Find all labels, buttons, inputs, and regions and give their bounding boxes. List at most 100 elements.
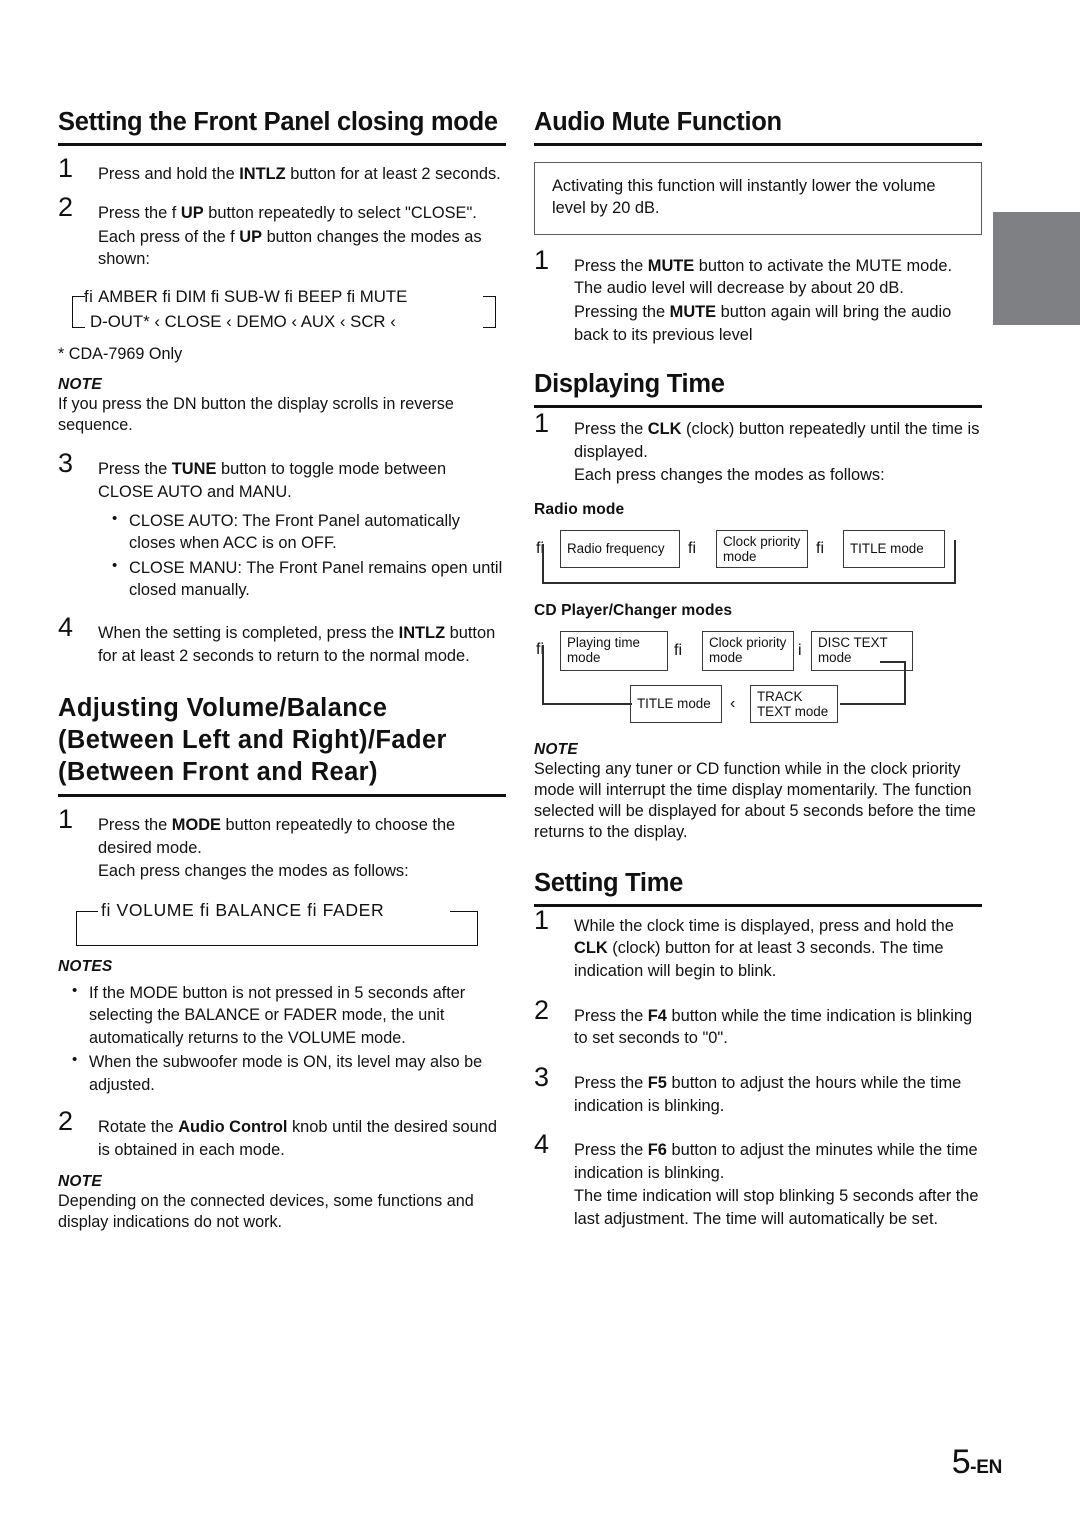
step-text: Each press changes the modes as follows: bbox=[574, 466, 885, 485]
list-item: CLOSE MANU: The Front Panel remains open… bbox=[112, 556, 506, 602]
diagram-radio-mode: fi Radio frequency fi Clock priority mod… bbox=[534, 526, 982, 588]
page-lang-suffix: -EN bbox=[970, 1457, 1002, 1478]
step-number: 2 bbox=[58, 1105, 74, 1136]
step-text: Rotate the Audio Control knob until the … bbox=[98, 1117, 498, 1159]
loop-row-reverse: D-OUT* ‹ CLOSE ‹ DEMO ‹ AUX ‹ SCR ‹ bbox=[90, 312, 396, 332]
mode-box-title: TITLE mode bbox=[630, 684, 722, 723]
loop-bracket-right bbox=[483, 296, 496, 329]
page-number: 5 bbox=[951, 1443, 971, 1481]
step-number: 1 bbox=[534, 244, 550, 275]
step-text: Press the f UP button repeatedly to sele… bbox=[98, 204, 477, 223]
note-body: If you press the DN button the display s… bbox=[58, 395, 454, 435]
step-text: Press the F6 button to adjust the minute… bbox=[574, 1141, 978, 1182]
loop-line-bottom-right bbox=[840, 702, 906, 705]
loop-line-top-right bbox=[880, 660, 906, 663]
right-column: Audio Mute Function Activating this func… bbox=[534, 108, 982, 1231]
loop-line-right bbox=[954, 539, 956, 584]
note-heading: NOTE bbox=[534, 740, 578, 758]
loop-row-reverse-text: D-OUT* ‹ CLOSE ‹ DEMO ‹ AUX ‹ SCR ‹ bbox=[90, 312, 396, 332]
loop-line-left bbox=[542, 543, 544, 584]
step-text: Press the TUNE button to toggle mode bet… bbox=[98, 460, 447, 501]
diagram-volume-balance-fader-loop: fi VOLUME fi BALANCE fi FADER bbox=[58, 900, 506, 947]
step-text: When the setting is completed, press the… bbox=[98, 624, 496, 665]
step-3-f5: 3 Press the F5 button to adjust the hour… bbox=[534, 1063, 982, 1117]
step-2-select-close: 2 Press the f UP button repeatedly to se… bbox=[58, 194, 506, 271]
loop-line-right bbox=[904, 660, 906, 705]
footnote-cda7969: * CDA-7969 Only bbox=[58, 345, 183, 364]
mode-box-clock-priority: Clock priority mode bbox=[716, 529, 808, 568]
diagram-display-mode-loop: fi AMBER fi DIM fi SUB-W fi BEEP fi MUTE… bbox=[58, 287, 506, 343]
heading-line: (Between Left and Right)/Fader bbox=[58, 725, 447, 754]
step-number: 1 bbox=[58, 152, 74, 183]
heading-audio-mute: Audio Mute Function bbox=[534, 108, 982, 146]
note-heading: NOTE bbox=[58, 376, 102, 394]
step-number: 1 bbox=[58, 804, 74, 835]
mode-box-track-text: TRACK TEXT mode bbox=[750, 684, 838, 723]
arrow-glyph: fi bbox=[816, 539, 824, 557]
audio-mute-info-box: Activating this function will instantly … bbox=[534, 161, 982, 235]
step-number: 1 bbox=[534, 904, 550, 935]
step-1-clk: 1 Press the CLK (clock) button repeatedl… bbox=[534, 409, 982, 487]
manual-page: Setting the Front Panel closing mode 1 P… bbox=[0, 0, 1080, 1526]
list-item: When the subwoofer mode is ON, its level… bbox=[72, 1050, 506, 1096]
loop-label: fi VOLUME fi BALANCE fi FADER bbox=[98, 900, 388, 922]
notes-heading: NOTES bbox=[58, 958, 113, 976]
loop-cap-right bbox=[450, 911, 478, 913]
page-edge-tab bbox=[993, 212, 1080, 325]
step-text: While the clock time is displayed, press… bbox=[574, 916, 954, 980]
heading-adjusting-volume: Adjusting Volume/Balance (Between Left a… bbox=[58, 693, 506, 798]
step-number: 4 bbox=[534, 1129, 550, 1160]
arrow-glyph: i bbox=[798, 641, 802, 659]
step-text: Press the F5 button to adjust the hours … bbox=[574, 1073, 962, 1115]
note-body: Selecting any tuner or CD function while… bbox=[534, 759, 976, 842]
step-1-intlz: 1 Press and hold the INTLZ button for at… bbox=[58, 154, 506, 186]
loop-line-left bbox=[542, 644, 544, 705]
step-4-f6: 4 Press the F6 button to adjust the minu… bbox=[534, 1131, 982, 1231]
step-text: Press the MUTE button to activate the MU… bbox=[574, 256, 953, 298]
subhead-cd-modes: CD Player/Changer modes bbox=[534, 601, 733, 619]
loop-row-forward: fi AMBER fi DIM fi SUB-W fi BEEP fi MUTE bbox=[84, 287, 407, 307]
loop-line-bottom bbox=[542, 581, 956, 584]
step-number: 1 bbox=[534, 407, 550, 438]
step-number: 4 bbox=[58, 612, 74, 643]
step-2-audio-control: 2 Rotate the Audio Control knob until th… bbox=[58, 1107, 506, 1161]
step-4-complete: 4 When the setting is completed, press t… bbox=[58, 614, 506, 667]
page-footer: 5-EN bbox=[0, 1443, 1003, 1482]
step-number: 3 bbox=[534, 1061, 550, 1092]
note-body: Depending on the connected devices, some… bbox=[58, 1192, 474, 1232]
heading-line: (Between Front and Rear) bbox=[58, 757, 378, 786]
list-item: If the MODE button is not pressed in 5 s… bbox=[72, 981, 506, 1049]
step-text: Press the MODE button repeatedly to choo… bbox=[98, 816, 456, 857]
notes-list: If the MODE button is not pressed in 5 s… bbox=[58, 981, 506, 1096]
loop-line-bottom-left bbox=[542, 702, 632, 705]
step-text: The time indication will stop blinking 5… bbox=[574, 1187, 979, 1229]
diagram-cd-modes: fi Playing time mode fi Clock priority m… bbox=[534, 627, 982, 727]
arrow-glyph: fi bbox=[674, 641, 682, 659]
step-text: Each press of the f UP button changes th… bbox=[98, 227, 482, 269]
step-text: Pressing the MUTE button again will brin… bbox=[574, 303, 952, 344]
note-heading: NOTE bbox=[58, 1173, 102, 1191]
step-3-bullets: CLOSE AUTO: The Front Panel automaticall… bbox=[98, 509, 506, 603]
step-1-mute: 1 Press the MUTE button to activate the … bbox=[534, 246, 982, 347]
heading-displaying-time: Displaying Time bbox=[534, 370, 982, 408]
mode-box-radio-frequency: Radio frequency bbox=[560, 529, 680, 568]
arrow-glyph: fi bbox=[84, 287, 94, 307]
step-1-hold-clk: 1 While the clock time is displayed, pre… bbox=[534, 906, 982, 983]
loop-cap-left bbox=[76, 911, 98, 913]
mode-box-disc-text: DISC TEXT mode bbox=[811, 630, 913, 671]
step-text: Press the CLK (clock) button repeatedly … bbox=[574, 419, 980, 461]
arrow-glyph: ‹ bbox=[730, 694, 736, 712]
step-3-tune: 3 Press the TUNE button to toggle mode b… bbox=[58, 450, 506, 603]
step-number: 2 bbox=[534, 994, 550, 1025]
step-text: Press and hold the INTLZ button for at l… bbox=[98, 164, 501, 183]
heading-setting-time: Setting Time bbox=[534, 869, 982, 907]
heading-front-panel-closing: Setting the Front Panel closing mode bbox=[58, 108, 506, 146]
left-column: Setting the Front Panel closing mode 1 P… bbox=[58, 108, 506, 1233]
step-2-f4: 2 Press the F4 button while the time ind… bbox=[534, 996, 982, 1050]
subhead-radio-mode: Radio mode bbox=[534, 500, 625, 518]
mode-box-playing-time: Playing time mode bbox=[560, 630, 668, 671]
step-text: Press the F4 button while the time indic… bbox=[574, 1006, 973, 1048]
mode-box-title: TITLE mode bbox=[843, 529, 945, 568]
step-text: Each press changes the modes as follows: bbox=[98, 862, 409, 881]
list-item: CLOSE AUTO: The Front Panel automaticall… bbox=[112, 509, 506, 555]
